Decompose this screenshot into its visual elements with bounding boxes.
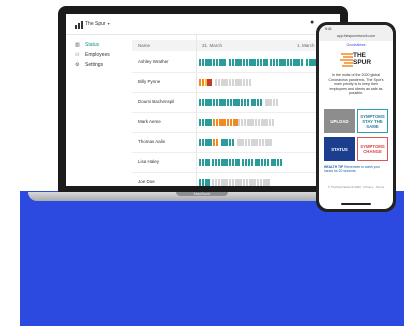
chevron-down-icon: ▾ <box>107 21 110 26</box>
employee-name: Lisa Haley <box>138 159 160 164</box>
sidebar-item-label: Settings <box>85 62 104 68</box>
status-table: Name 31. March 1. March Ashley Wrather Bi… <box>132 34 340 186</box>
sidebar-item-label: Employees <box>85 52 110 58</box>
status-cell <box>231 139 235 146</box>
sidebar-item-status[interactable]: ▥ Status <box>75 42 99 49</box>
status-button[interactable]: STATUS <box>324 137 355 161</box>
status-cell <box>270 139 273 146</box>
brand-name: THE SPUR <box>353 52 383 66</box>
status-cell <box>207 159 210 166</box>
table-row[interactable]: Doumi Bachenspil <box>132 92 340 113</box>
employee-name: Thomas Aalis <box>138 139 166 144</box>
status-cell <box>279 159 283 166</box>
chart-icon: ▥ <box>75 42 80 48</box>
app-logo-icon <box>75 21 83 29</box>
column-header-date-start: 31. March <box>202 43 223 48</box>
sidebar-item-label: Status <box>85 42 100 48</box>
status-cell <box>237 159 240 166</box>
url-field[interactable]: app.thespurnetwork.com <box>326 34 386 39</box>
table-header: Name 31. March 1. March <box>132 40 340 51</box>
home-indicator <box>341 203 371 205</box>
status-cell <box>250 159 253 166</box>
people-icon: ⚇ <box>75 52 80 58</box>
user-icon[interactable]: ● <box>310 19 314 26</box>
status-cell <box>265 59 268 66</box>
phone-screen: 9:41 app.thespurnetwork.com GoodsNews TH… <box>319 25 393 209</box>
status-cell <box>301 59 304 66</box>
employee-name: Joe Doe <box>138 179 155 184</box>
app-title-text: The Spur <box>85 21 106 27</box>
table-row[interactable]: Joe Doe <box>132 172 340 186</box>
symptoms-change-button[interactable]: SYMPTOMS CHANGE <box>357 137 388 161</box>
status-cell <box>215 139 219 146</box>
sidebar: ▥ Status ⚇ Employees ⚙ Settings <box>66 34 131 186</box>
status-cell <box>266 159 269 166</box>
table-row[interactable]: Mark Aeme <box>132 112 340 133</box>
employee-name: Billy Pynne <box>138 79 161 84</box>
symptoms-same-button[interactable]: SYMPTOMS STAY THE SAME <box>357 109 388 133</box>
employee-name: Doumi Bachenspil <box>138 99 175 104</box>
status-cell <box>210 79 213 86</box>
laptop-screen: The Spur ▾ ● ▥ Status ⚇ Employees ⚙ Setti… <box>66 14 340 186</box>
brand-line-2: SPUR <box>353 58 372 66</box>
status-cell <box>275 99 279 106</box>
sidebar-item-employees[interactable]: ⚇ Employees <box>75 52 110 59</box>
status-cell <box>224 59 227 66</box>
laptop-brand: MacBook <box>193 191 211 196</box>
gear-icon: ⚙ <box>75 62 80 68</box>
status-cell <box>248 79 251 86</box>
table-row[interactable]: Billy Pynne <box>132 72 340 93</box>
column-header-name: Name <box>138 43 151 48</box>
status-cell <box>246 99 249 106</box>
health-tip: HEALTH TIP Remember to wash your hands f… <box>324 165 388 173</box>
app-header: The Spur ▾ ● <box>66 14 340 35</box>
sidebar-item-settings[interactable]: ⚙ Settings <box>75 62 103 69</box>
status-cell <box>207 179 210 186</box>
table-row[interactable]: Lisa Haley <box>132 152 340 173</box>
status-cell <box>268 179 271 186</box>
column-header-date-end: 1. March <box>297 43 315 48</box>
status-time: 9:41 <box>325 27 332 31</box>
app-title[interactable]: The Spur ▾ <box>85 20 110 28</box>
upload-button[interactable]: UPLOAD <box>324 109 355 133</box>
employee-name: Mark Aeme <box>138 119 161 124</box>
table-row[interactable]: Ashley Wrather <box>132 52 340 73</box>
status-cell <box>259 99 263 106</box>
page-footer: © TheSpurNetwork 2020 · Privacy · Terms <box>327 185 385 189</box>
employee-name: Ashley Wrather <box>138 59 169 64</box>
page-header: GoodsNews <box>346 43 366 47</box>
status-cell <box>271 119 275 126</box>
table-row[interactable]: Thomas Aalis <box>132 132 340 153</box>
intro-text: In the midst of the 2020 global Coronavi… <box>328 73 384 96</box>
browser-bar: 9:41 app.thespurnetwork.com <box>319 25 393 41</box>
